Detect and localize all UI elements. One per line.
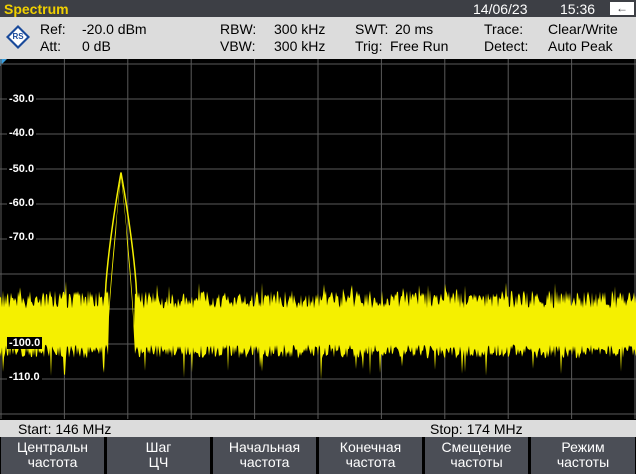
ref-value: -20.0 dBm: [82, 21, 147, 37]
trace-peak-line: [104, 172, 138, 302]
att-value: 0 dB: [82, 38, 111, 54]
y-label-6: -100.0: [7, 337, 43, 349]
softkey-bar: Центральн частота Шаг ЦЧ Начальная часто…: [0, 437, 636, 474]
time-display: 15:36: [560, 1, 596, 17]
stop-frequency: Stop: 174 MHz: [430, 421, 523, 437]
rbw-value: 300 kHz: [274, 21, 326, 37]
softkey-center-frequency[interactable]: Центральн частота: [1, 437, 104, 474]
grid: [0, 59, 636, 419]
softkey-label-line2: частоты: [556, 454, 610, 470]
softkey-start-frequency[interactable]: Начальная частота: [213, 437, 316, 474]
softkey-label-line2: ЦЧ: [148, 454, 169, 470]
softkey-label-line1: Режим: [561, 439, 605, 455]
softkey-label-line2: частота: [345, 454, 396, 470]
y-label-7: -110.0: [7, 371, 42, 383]
softkey-label-line1: Смещение: [441, 439, 512, 455]
swt-value: 20 ms: [395, 21, 434, 37]
detect-value: Auto Peak: [548, 38, 613, 54]
y-label-5: -70.0: [7, 231, 37, 243]
softkey-cf-step[interactable]: Шаг ЦЧ: [107, 437, 210, 474]
spectrum-display[interactable]: -30.0 -40.0 -50.0 -60.0 -70.0 -100.0 -11…: [0, 59, 636, 419]
softkey-stop-frequency[interactable]: Конечная частота: [319, 437, 422, 474]
y-label-4: -60.0: [7, 197, 37, 209]
y-label-2: -40.0: [7, 127, 37, 139]
vbw-label: VBW:: [220, 38, 256, 54]
trig-label: Trig:: [355, 38, 383, 54]
span-bar: Start: 146 MHz Stop: 174 MHz: [0, 420, 636, 437]
y-label-3: -50.0: [7, 163, 37, 175]
rs-logo: RS: [6, 25, 30, 49]
softkey-label-line1: Центральн: [16, 439, 89, 455]
vbw-value: 300 kHz: [274, 38, 326, 54]
trig-value: Free Run: [390, 38, 449, 54]
title-bar: Spectrum 14/06/23 15:36 ←: [0, 0, 636, 17]
ref-label: Ref:: [40, 21, 66, 37]
softkey-frequency-offset[interactable]: Смещение частоты: [425, 437, 528, 474]
settings-panel: RS Ref: -20.0 dBm Att: 0 dB RBW: 300 kHz…: [0, 17, 636, 59]
spectrum-plot: [0, 59, 636, 419]
rbw-label: RBW:: [220, 21, 257, 37]
softkey-label-line2: частота: [239, 454, 290, 470]
y-label-1: -30.0: [7, 93, 37, 105]
softkey-label-line1: Конечная: [339, 439, 402, 455]
softkey-label-line2: частота: [27, 454, 78, 470]
date-display: 14/06/23: [473, 1, 528, 17]
att-label: Att:: [40, 38, 62, 54]
trace-label: Trace:: [484, 21, 524, 37]
mode-title: Spectrum: [4, 1, 69, 17]
back-arrow-icon[interactable]: ←: [610, 2, 634, 15]
softkey-label-line1: Начальная: [228, 439, 301, 455]
softkey-frequency-mode[interactable]: Режим частоты: [531, 437, 635, 474]
swt-label: SWT:: [355, 21, 389, 37]
trace-value: Clear/Write: [548, 21, 618, 37]
softkey-label-line2: частоты: [450, 454, 503, 470]
detect-label: Detect:: [484, 38, 529, 54]
svg-text:RS: RS: [12, 32, 24, 41]
softkey-label-line1: Шаг: [145, 439, 172, 455]
start-frequency: Start: 146 MHz: [18, 421, 112, 437]
